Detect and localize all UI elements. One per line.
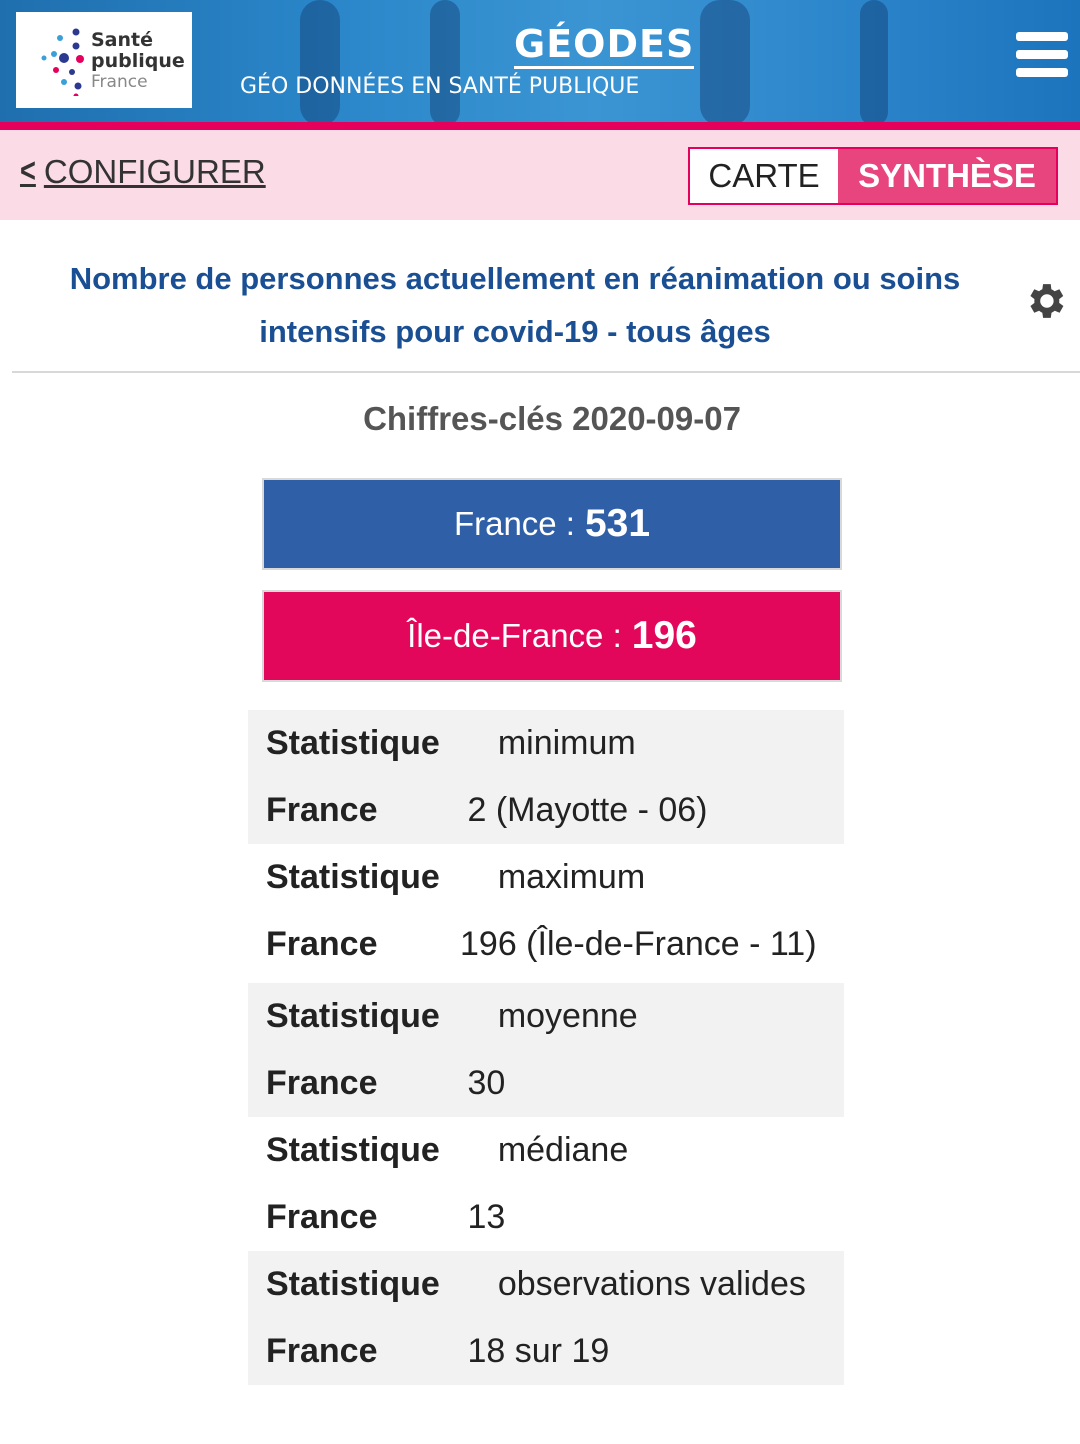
- key-figures-title: Chiffres-clés 2020-09-07: [363, 400, 741, 437]
- table-row: Statistique maximum: [266, 844, 826, 911]
- table-row: France 13: [266, 1184, 826, 1251]
- stat-value: maximum: [497, 858, 646, 896]
- menu-bar: [1016, 68, 1068, 77]
- kpi-idf-label: Île-de-France :: [407, 617, 622, 654]
- stat-label: Statistique: [266, 858, 440, 896]
- view-switch: CARTE SYNTHÈSE: [688, 147, 1058, 205]
- menu-bar: [1016, 32, 1068, 41]
- kpi-ile-de-france: Île-de-France : 196: [262, 590, 842, 682]
- stat-group-moyenne: Statistique moyenne France 30: [248, 983, 844, 1117]
- table-row: France 196 (Île-de-France - 11): [266, 911, 826, 983]
- region-label: France: [266, 925, 378, 963]
- table-row: Statistique minimum: [266, 710, 826, 777]
- logo-text: Santé publique France: [91, 30, 185, 93]
- stat-label: Statistique: [266, 724, 440, 762]
- stat-label: Statistique: [266, 1265, 440, 1303]
- kpi-france-value: 531: [584, 502, 651, 545]
- table-row: France 2 (Mayotte - 06): [266, 777, 826, 844]
- sante-publique-france-logo[interactable]: Santé publique France: [16, 12, 192, 108]
- table-row: France 18 sur 19: [266, 1318, 826, 1385]
- kpi-france-label: France :: [453, 505, 575, 542]
- banner-background-figure: [700, 0, 750, 126]
- stat-label: Statistique: [266, 1131, 440, 1169]
- app-title[interactable]: GÉODES: [514, 22, 695, 69]
- logo-line-1: Santé: [91, 29, 154, 51]
- region-value: 13: [467, 1198, 506, 1236]
- region-value: 196 (Île-de-France - 11): [460, 925, 817, 963]
- hamburger-menu-icon[interactable]: [1016, 32, 1068, 84]
- indicator-title: Nombre de personnes actuellement en réan…: [69, 261, 961, 349]
- region-label: France: [266, 1332, 378, 1370]
- banner-background-figure: [430, 0, 460, 126]
- stat-group-mediane: Statistique médiane France 13: [248, 1117, 844, 1251]
- stat-value: observations valides: [497, 1265, 806, 1303]
- logo-line-2: publique: [91, 50, 185, 72]
- tab-synthese[interactable]: SYNTHÈSE: [838, 149, 1056, 203]
- statistics-table: Statistique minimum France 2 (Mayotte - …: [248, 710, 844, 1385]
- table-row: Statistique médiane: [266, 1117, 826, 1184]
- configurer-label: CONFIGURER: [43, 152, 266, 190]
- logo-dots-icon: [41, 28, 84, 96]
- stat-label: Statistique: [266, 997, 440, 1035]
- region-value: 2 (Mayotte - 06): [467, 791, 708, 829]
- table-row: Statistique moyenne: [266, 983, 826, 1050]
- tab-carte[interactable]: CARTE: [690, 149, 838, 203]
- table-row: France 30: [266, 1050, 826, 1117]
- view-toolbar: < CONFIGURER CARTE SYNTHÈSE: [0, 130, 1080, 220]
- gear-icon[interactable]: [1022, 278, 1068, 324]
- menu-bar: [1016, 50, 1068, 59]
- kpi-france: France : 531: [262, 478, 842, 570]
- region-label: France: [266, 791, 378, 829]
- kpi-idf-value: 196: [631, 614, 697, 657]
- chevron-left-icon: <: [19, 152, 36, 190]
- app-subtitle: GÉO DONNÉES EN SANTÉ PUBLIQUE: [240, 74, 640, 99]
- header-banner: Santé publique France GÉODES GÉO DONNÉES…: [0, 0, 1080, 126]
- stat-value: minimum: [497, 724, 636, 762]
- stat-group-maximum: Statistique maximum France 196 (Île-de-Fr…: [248, 844, 844, 983]
- stat-group-minimum: Statistique minimum France 2 (Mayotte - …: [248, 710, 844, 844]
- logo-line-3: France: [91, 72, 148, 92]
- stat-group-observations: Statistique observations valides France …: [248, 1251, 844, 1385]
- stat-value: moyenne: [497, 997, 638, 1035]
- region-label: France: [266, 1198, 378, 1236]
- table-row: Statistique observations valides: [266, 1251, 826, 1318]
- section-divider: [12, 371, 1080, 373]
- region-value: 18 sur 19: [467, 1332, 610, 1370]
- stat-value: médiane: [497, 1131, 629, 1169]
- header-accent-line: [0, 122, 1080, 130]
- configurer-back-link[interactable]: < CONFIGURER: [18, 152, 266, 191]
- banner-background-figure: [860, 0, 888, 126]
- region-label: France: [266, 1064, 378, 1102]
- region-value: 30: [467, 1064, 506, 1102]
- banner-background-figure: [300, 0, 340, 126]
